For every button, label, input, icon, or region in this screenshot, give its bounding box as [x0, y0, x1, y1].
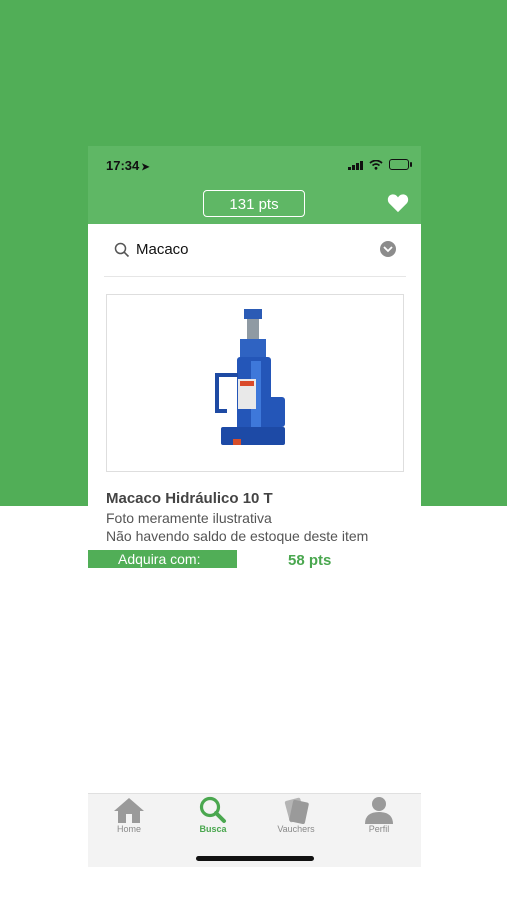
favorites-heart-icon[interactable] [387, 193, 409, 213]
wifi-icon [369, 159, 383, 170]
app-header: 131 pts [88, 186, 421, 224]
main-content: Macaco Macaco Hidráulico 10 T Foto meram… [88, 224, 421, 793]
status-time-text: 17:34 [106, 158, 140, 173]
tab-search-label: Busca [199, 824, 227, 834]
tab-bar: Home Busca Vauchers Perfil [88, 793, 421, 867]
status-bar: 17:34 ➤ [88, 146, 421, 186]
search-bar[interactable]: Macaco [104, 224, 406, 277]
home-indicator [196, 856, 314, 861]
tab-vouchers-label: Vauchers [277, 824, 315, 834]
tab-home[interactable]: Home [99, 796, 159, 834]
product-price: 58 pts [288, 552, 332, 569]
acquire-label: Adquira com: [88, 550, 237, 568]
search-icon [114, 242, 130, 258]
battery-icon [389, 159, 412, 170]
points-button[interactable]: 131 pts [203, 190, 305, 217]
status-icons [348, 159, 412, 170]
phone-screen: 17:34 ➤ 131 pts Macaco Macaco Hidráulico… [88, 146, 421, 867]
cellular-signal-icon [348, 160, 363, 170]
tab-profile-label: Perfil [368, 824, 390, 834]
product-title: Macaco Hidráulico 10 T [106, 490, 273, 507]
search-input[interactable]: Macaco [136, 241, 189, 258]
location-arrow-icon: ➤ [141, 162, 150, 173]
hydraulic-jack-image [215, 309, 285, 445]
chevron-down-icon[interactable] [380, 241, 396, 257]
product-stock-note: Não havendo saldo de estoque deste item [106, 528, 369, 544]
tab-search[interactable]: Busca [183, 796, 243, 834]
status-time: 17:34 ➤ [106, 158, 150, 173]
profile-icon [365, 797, 393, 824]
tab-home-label: Home [116, 824, 141, 834]
home-icon [114, 798, 144, 823]
product-disclaimer: Foto meramente ilustrativa [106, 510, 272, 526]
tab-profile[interactable]: Perfil [349, 796, 409, 834]
voucher-icon [284, 797, 309, 824]
product-image-card[interactable] [106, 294, 404, 472]
tab-vouchers[interactable]: Vauchers [266, 796, 326, 834]
search-icon [199, 796, 226, 823]
